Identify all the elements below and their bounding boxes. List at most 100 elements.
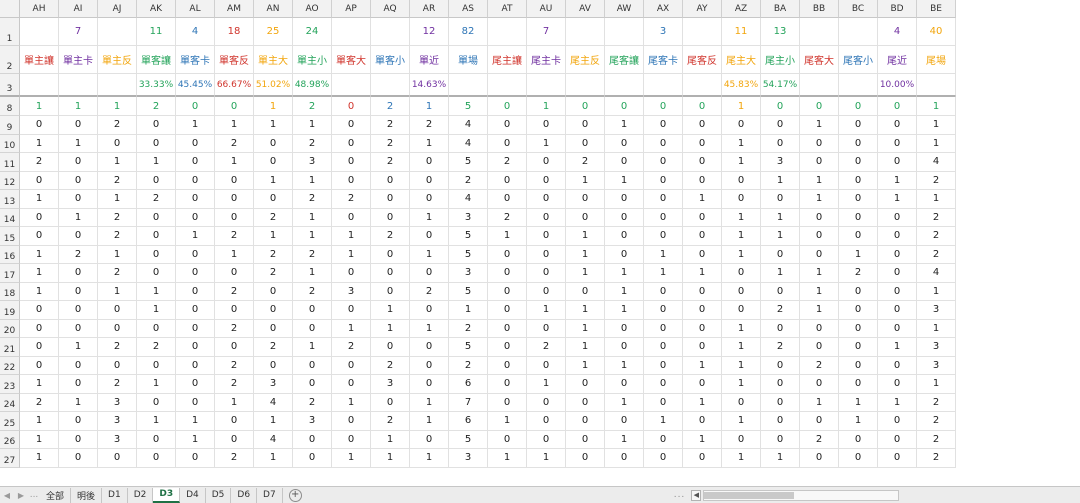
tab-D1[interactable]: D1 [102, 487, 128, 503]
cell-BA13[interactable]: 0 [761, 190, 800, 209]
cell-AI1[interactable]: 7 [59, 18, 98, 46]
cell-BA23[interactable]: 0 [761, 375, 800, 394]
cell-AO13[interactable]: 2 [293, 190, 332, 209]
cell-AM24[interactable]: 1 [215, 393, 254, 412]
cell-AJ1[interactable] [98, 18, 137, 46]
tab-overflow-dots-icon[interactable]: ... [28, 490, 40, 500]
cell-AS3[interactable] [449, 74, 488, 96]
cell-BA14[interactable]: 1 [761, 208, 800, 227]
cell-AX18[interactable]: 0 [644, 282, 683, 301]
cell-AS22[interactable]: 2 [449, 356, 488, 375]
cell-BC26[interactable]: 0 [839, 430, 878, 449]
cell-BB11[interactable]: 0 [800, 153, 839, 172]
cell-AH14[interactable]: 0 [20, 208, 59, 227]
cell-BD17[interactable]: 0 [878, 264, 917, 283]
cell-AS10[interactable]: 4 [449, 134, 488, 153]
cell-AY3[interactable] [683, 74, 722, 96]
cell-BB3[interactable] [800, 74, 839, 96]
cell-AR12[interactable]: 0 [410, 171, 449, 190]
cell-AU27[interactable]: 1 [527, 449, 566, 468]
cell-AS8[interactable]: 5 [449, 96, 488, 116]
cell-AI25[interactable]: 0 [59, 412, 98, 431]
cell-AT18[interactable]: 0 [488, 282, 527, 301]
cell-BB13[interactable]: 1 [800, 190, 839, 209]
cell-BB23[interactable]: 0 [800, 375, 839, 394]
cell-AV24[interactable]: 0 [566, 393, 605, 412]
cell-AK12[interactable]: 0 [137, 171, 176, 190]
cell-AU2[interactable]: 尾主卡 [527, 46, 566, 74]
cell-AW18[interactable]: 1 [605, 282, 644, 301]
cell-AY21[interactable]: 0 [683, 338, 722, 357]
cell-AT17[interactable]: 0 [488, 264, 527, 283]
cell-AI13[interactable]: 0 [59, 190, 98, 209]
cell-AO10[interactable]: 2 [293, 134, 332, 153]
cell-AM17[interactable]: 0 [215, 264, 254, 283]
cell-AQ12[interactable]: 0 [371, 171, 410, 190]
cell-AX9[interactable]: 0 [644, 116, 683, 135]
cell-AX12[interactable]: 0 [644, 171, 683, 190]
cell-BE1[interactable]: 40 [917, 18, 956, 46]
cell-AI16[interactable]: 2 [59, 245, 98, 264]
cell-AQ10[interactable]: 2 [371, 134, 410, 153]
cell-AP2[interactable]: 單客大 [332, 46, 371, 74]
cell-BC27[interactable]: 0 [839, 449, 878, 468]
cell-AT26[interactable]: 0 [488, 430, 527, 449]
cell-AO2[interactable]: 單主小 [293, 46, 332, 74]
cell-AV20[interactable]: 1 [566, 319, 605, 338]
cell-AR8[interactable]: 1 [410, 96, 449, 116]
cell-AU16[interactable]: 0 [527, 245, 566, 264]
cell-BB12[interactable]: 1 [800, 171, 839, 190]
cell-AM21[interactable]: 0 [215, 338, 254, 357]
cell-AP26[interactable]: 0 [332, 430, 371, 449]
cell-AV12[interactable]: 1 [566, 171, 605, 190]
cell-AM25[interactable]: 0 [215, 412, 254, 431]
cell-AI8[interactable]: 1 [59, 96, 98, 116]
cell-BA27[interactable]: 1 [761, 449, 800, 468]
cell-AW17[interactable]: 1 [605, 264, 644, 283]
cell-AR9[interactable]: 2 [410, 116, 449, 135]
cell-AN18[interactable]: 0 [254, 282, 293, 301]
cell-AN15[interactable]: 1 [254, 227, 293, 246]
cell-AS19[interactable]: 1 [449, 301, 488, 320]
cell-BB26[interactable]: 2 [800, 430, 839, 449]
cell-AI12[interactable]: 0 [59, 171, 98, 190]
cell-AO12[interactable]: 1 [293, 171, 332, 190]
cell-BC23[interactable]: 0 [839, 375, 878, 394]
cell-AI17[interactable]: 0 [59, 264, 98, 283]
cell-AK16[interactable]: 0 [137, 245, 176, 264]
cell-AL17[interactable]: 0 [176, 264, 215, 283]
cell-AX8[interactable]: 0 [644, 96, 683, 116]
column-header-AX[interactable]: AX [644, 0, 683, 18]
cell-AV10[interactable]: 0 [566, 134, 605, 153]
cell-AN16[interactable]: 2 [254, 245, 293, 264]
tab-split-dots-icon[interactable]: ... [674, 490, 686, 500]
cell-AY22[interactable]: 1 [683, 356, 722, 375]
cell-AT27[interactable]: 1 [488, 449, 527, 468]
cell-AW25[interactable]: 0 [605, 412, 644, 431]
column-header-AW[interactable]: AW [605, 0, 644, 18]
cell-AL1[interactable]: 4 [176, 18, 215, 46]
cell-AO22[interactable]: 0 [293, 356, 332, 375]
cell-AR22[interactable]: 0 [410, 356, 449, 375]
cell-AW9[interactable]: 1 [605, 116, 644, 135]
cell-AR14[interactable]: 1 [410, 208, 449, 227]
cell-AH19[interactable]: 0 [20, 301, 59, 320]
cell-AS11[interactable]: 5 [449, 153, 488, 172]
cell-BA18[interactable]: 0 [761, 282, 800, 301]
cell-AU26[interactable]: 0 [527, 430, 566, 449]
cell-BC16[interactable]: 1 [839, 245, 878, 264]
cell-AH24[interactable]: 2 [20, 393, 59, 412]
cell-AQ19[interactable]: 1 [371, 301, 410, 320]
cell-BB1[interactable] [800, 18, 839, 46]
cell-AL10[interactable]: 0 [176, 134, 215, 153]
cell-AQ26[interactable]: 1 [371, 430, 410, 449]
cell-BD8[interactable]: 0 [878, 96, 917, 116]
cell-AR21[interactable]: 0 [410, 338, 449, 357]
cell-AJ22[interactable]: 0 [98, 356, 137, 375]
cell-AL16[interactable]: 0 [176, 245, 215, 264]
cell-AT20[interactable]: 0 [488, 319, 527, 338]
cell-AO23[interactable]: 0 [293, 375, 332, 394]
cell-BA10[interactable]: 0 [761, 134, 800, 153]
cell-AL26[interactable]: 1 [176, 430, 215, 449]
cell-AW2[interactable]: 尾客讓 [605, 46, 644, 74]
